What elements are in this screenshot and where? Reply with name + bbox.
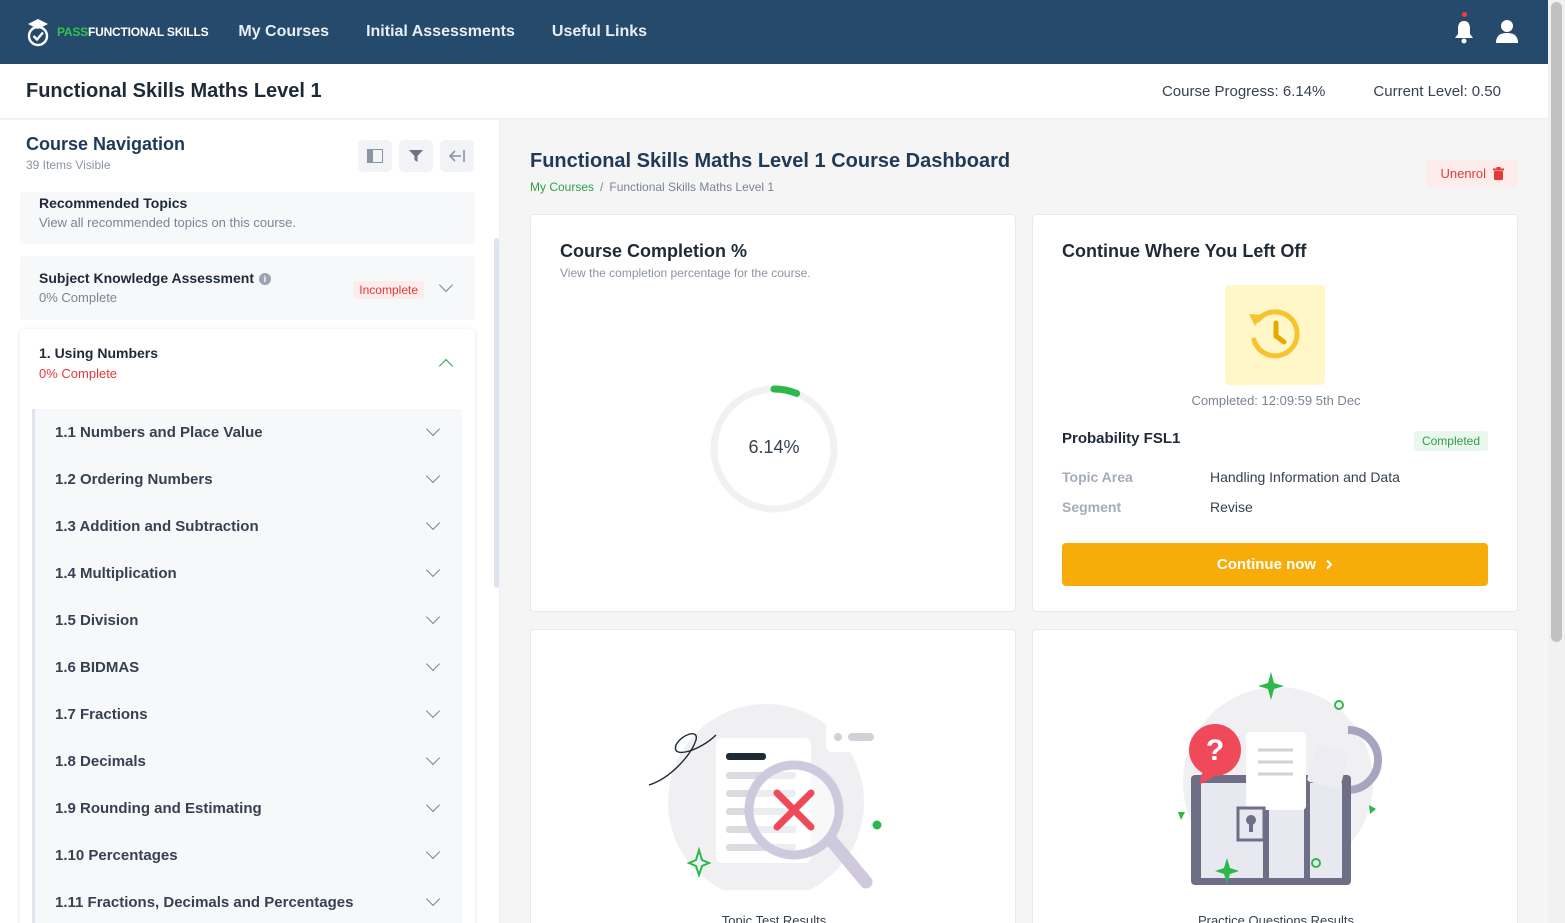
chevron-down-icon (425, 609, 441, 625)
course-title: Functional Skills Maths Level 1 (26, 79, 322, 102)
brand-name: PASSFUNCTIONAL SKILLS (57, 25, 209, 39)
top-nav: PASSFUNCTIONAL SKILLS My Courses Initial… (0, 0, 1548, 64)
continue-now-button[interactable]: Continue now (1062, 543, 1488, 586)
page-scrollbar[interactable] (1548, 0, 1565, 923)
last-topic-title: Probability FSL1 (1062, 430, 1181, 447)
completed-badge: Completed (1413, 431, 1488, 451)
topic-area-row: Topic Area Handling Information and Data (1062, 469, 1400, 485)
chevron-down-icon (425, 421, 441, 437)
toggle-panel-button[interactable] (358, 140, 392, 172)
topic-test-label: Topic Test Results (721, 913, 827, 923)
nav-useful-links[interactable]: Useful Links (552, 23, 647, 41)
completion-percentage: 6.14% (748, 437, 800, 457)
chevron-down-icon (425, 891, 441, 907)
nav-initial-assessments[interactable]: Initial Assessments (366, 23, 515, 41)
topic-item[interactable]: 1.10 Percentages (35, 832, 462, 879)
chevron-down-icon (425, 750, 441, 766)
breadcrumb-my-courses[interactable]: My Courses (530, 180, 594, 194)
continue-card: Continue Where You Left Off Completed: 1… (1032, 214, 1518, 612)
status-badge: Incomplete (353, 281, 424, 299)
breadcrumb: My Courses / Functional Skills Maths Level… (530, 180, 775, 194)
ska-title: Subject Knowledge Assessment (39, 270, 254, 286)
recommended-subtitle: View all recommended topics on this cour… (39, 215, 296, 230)
topic-item[interactable]: 1.9 Rounding and Estimating (35, 785, 462, 832)
panel-icon (367, 149, 383, 163)
collapse-left-icon (449, 150, 465, 162)
svg-text:?: ? (1206, 734, 1224, 767)
topic-test-illustration (648, 704, 882, 890)
topic-item[interactable]: 1.5 Division (35, 597, 462, 644)
chevron-down-icon (425, 562, 441, 578)
chevron-down-icon (425, 844, 441, 860)
unit-title: 1. Using Numbers (39, 345, 159, 361)
completion-title: Course Completion % (560, 241, 748, 261)
history-clock-icon (1249, 309, 1300, 359)
notification-dot (1462, 12, 1467, 17)
practice-questions-results-card[interactable]: ? Practice Questions Results (1032, 629, 1518, 923)
collapse-sidebar-button[interactable] (440, 140, 474, 172)
topic-item[interactable]: 1.7 Fractions (35, 691, 462, 738)
course-navigation-sidebar: Course Navigation 39 Items Visible Recom… (0, 120, 500, 923)
breadcrumb-current: Functional Skills Maths Level 1 (609, 180, 775, 194)
continue-title: Continue Where You Left Off (1062, 241, 1307, 261)
topic-item[interactable]: 1.6 BIDMAS (35, 644, 462, 691)
topic-item[interactable]: 1.11 Fractions, Decimals and Percentages (35, 879, 462, 923)
notifications-bell-icon[interactable] (1454, 12, 1474, 44)
topic-item[interactable]: 1.1 Numbers and Place Value (35, 409, 462, 456)
sidebar-title: Course Navigation (26, 134, 186, 154)
unit-header[interactable]: 1. Using Numbers 0% Complete (20, 329, 475, 395)
filter-button[interactable] (399, 140, 433, 172)
unit-using-numbers: 1. Using Numbers 0% Complete 1.1 Numbers… (20, 329, 475, 923)
topic-test-results-card[interactable]: Topic Test Results (530, 629, 1016, 923)
info-icon[interactable]: i (258, 273, 271, 285)
course-completion-card: Course Completion % View the completion … (530, 214, 1016, 612)
topic-item[interactable]: 1.4 Multiplication (35, 550, 462, 597)
page-scrollbar-thumb[interactable] (1551, 2, 1562, 642)
trash-icon (1493, 167, 1504, 180)
topic-item[interactable]: 1.3 Addition and Subtraction (35, 503, 462, 550)
sidebar-items-count: 39 Items Visible (26, 158, 111, 172)
completed-timestamp: Completed: 12:09:59 5th Dec (1191, 393, 1361, 408)
chevron-down-icon (425, 703, 441, 719)
graduation-check-icon (27, 19, 49, 47)
course-progress: Course Progress: 6.14% (1161, 83, 1326, 100)
topic-item[interactable]: 1.2 Ordering Numbers (35, 456, 462, 503)
chevron-right-icon (1326, 559, 1333, 570)
dashboard-main: Functional Skills Maths Level 1 Course D… (501, 120, 1548, 923)
history-thumbnail (1225, 285, 1325, 385)
practice-questions-illustration: ? (1178, 672, 1382, 885)
practice-questions-label: Practice Questions Results (1197, 913, 1355, 923)
completion-subtitle: View the completion percentage for the c… (560, 266, 811, 280)
subject-knowledge-assessment[interactable]: Subject Knowledge Assessment i 0% Complet… (20, 256, 475, 320)
current-level: Current Level: 0.50 (1373, 83, 1501, 100)
segment-row: Segment Revise (1062, 499, 1253, 515)
brand-logo[interactable]: PASSFUNCTIONAL SKILLS (25, 17, 209, 47)
chevron-down-icon (425, 515, 441, 531)
course-header: Functional Skills Maths Level 1 Course P… (0, 64, 1548, 119)
filter-icon (409, 150, 423, 162)
chevron-down-icon (425, 656, 441, 672)
topic-list: 1.1 Numbers and Place Value 1.2 Ordering… (32, 409, 462, 923)
page-title: Functional Skills Maths Level 1 Course D… (530, 150, 1011, 172)
topic-item[interactable]: 1.8 Decimals (35, 738, 462, 785)
unit-progress: 0% Complete (39, 366, 118, 381)
recommended-topics[interactable]: Recommended Topics View all recommended … (20, 192, 475, 244)
chevron-down-icon (425, 797, 441, 813)
chevron-down-icon (425, 468, 441, 484)
unenrol-button[interactable]: Unenrol (1426, 160, 1518, 187)
user-profile-icon[interactable] (1496, 19, 1518, 43)
nav-my-courses[interactable]: My Courses (238, 23, 329, 41)
recommended-title: Recommended Topics (39, 195, 188, 211)
sidebar-scrollbar[interactable] (494, 238, 499, 588)
